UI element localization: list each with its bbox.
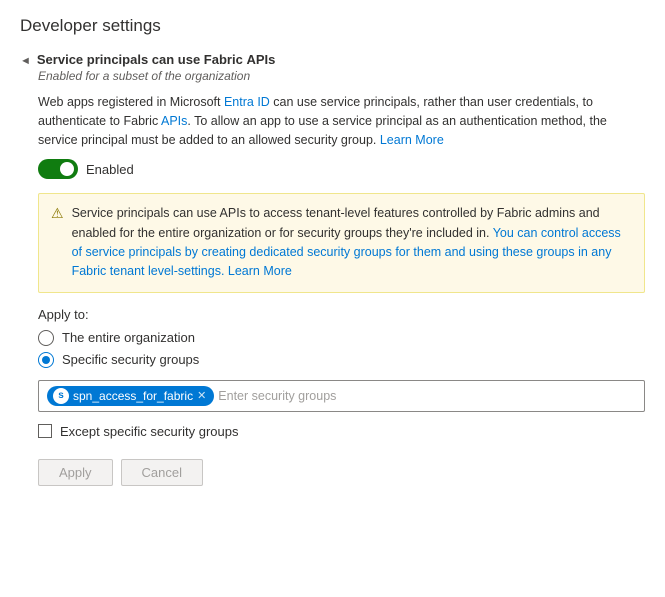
except-label: Except specific security groups: [60, 424, 238, 439]
info-box: ⚠ Service principals can use APIs to acc…: [38, 193, 645, 293]
section-container: ◄ Service principals can use Fabric APIs…: [20, 52, 645, 486]
section-title: Service principals can use Fabric APIs: [37, 52, 275, 67]
section-title-prefix: Service principals can use Fabric: [37, 52, 247, 67]
apply-button[interactable]: Apply: [38, 459, 113, 486]
radio-entire-org-button[interactable]: [38, 330, 54, 346]
security-groups-input[interactable]: s spn_access_for_fabric ✕ Enter security…: [38, 380, 645, 412]
tag-text: spn_access_for_fabric: [73, 389, 193, 403]
radio-specific-groups[interactable]: Specific security groups: [38, 352, 645, 368]
apis-text: APIs: [161, 114, 187, 128]
except-checkbox-row[interactable]: Except specific security groups: [38, 424, 645, 439]
toggle-row: Enabled: [38, 159, 645, 179]
apply-to-label: Apply to:: [38, 307, 645, 322]
warning-icon: ⚠: [51, 205, 64, 222]
tag-close-button[interactable]: ✕: [197, 389, 206, 402]
section-subtitle: Enabled for a subset of the organization: [38, 69, 645, 83]
radio-inner-dot: [42, 356, 50, 364]
section-header: ◄ Service principals can use Fabric APIs: [20, 52, 645, 67]
learn-more-link-1[interactable]: Learn More: [380, 133, 444, 147]
radio-group: The entire organization Specific securit…: [38, 330, 645, 368]
tag-icon: s: [53, 388, 69, 404]
enabled-toggle[interactable]: [38, 159, 78, 179]
tags-placeholder: Enter security groups: [218, 389, 336, 403]
radio-specific-groups-button[interactable]: [38, 352, 54, 368]
radio-entire-org-label: The entire organization: [62, 330, 195, 345]
radio-entire-org[interactable]: The entire organization: [38, 330, 645, 346]
info-text: Service principals can use APIs to acces…: [72, 204, 632, 282]
entra-link[interactable]: Entra ID: [224, 95, 270, 109]
button-row: Apply Cancel: [38, 459, 645, 486]
collapse-icon[interactable]: ◄: [20, 55, 31, 67]
cancel-button[interactable]: Cancel: [121, 459, 203, 486]
tag-spn-access: s spn_access_for_fabric ✕: [47, 386, 214, 406]
desc-part1: Web apps registered in Microsoft: [38, 95, 224, 109]
learn-more-link-2[interactable]: Learn More: [228, 264, 292, 278]
section-title-bold: APIs: [246, 52, 275, 67]
page-title: Developer settings: [20, 16, 645, 36]
except-checkbox[interactable]: [38, 424, 52, 438]
toggle-label: Enabled: [86, 162, 134, 177]
radio-specific-groups-label: Specific security groups: [62, 352, 199, 367]
section-description: Web apps registered in Microsoft Entra I…: [38, 93, 645, 149]
